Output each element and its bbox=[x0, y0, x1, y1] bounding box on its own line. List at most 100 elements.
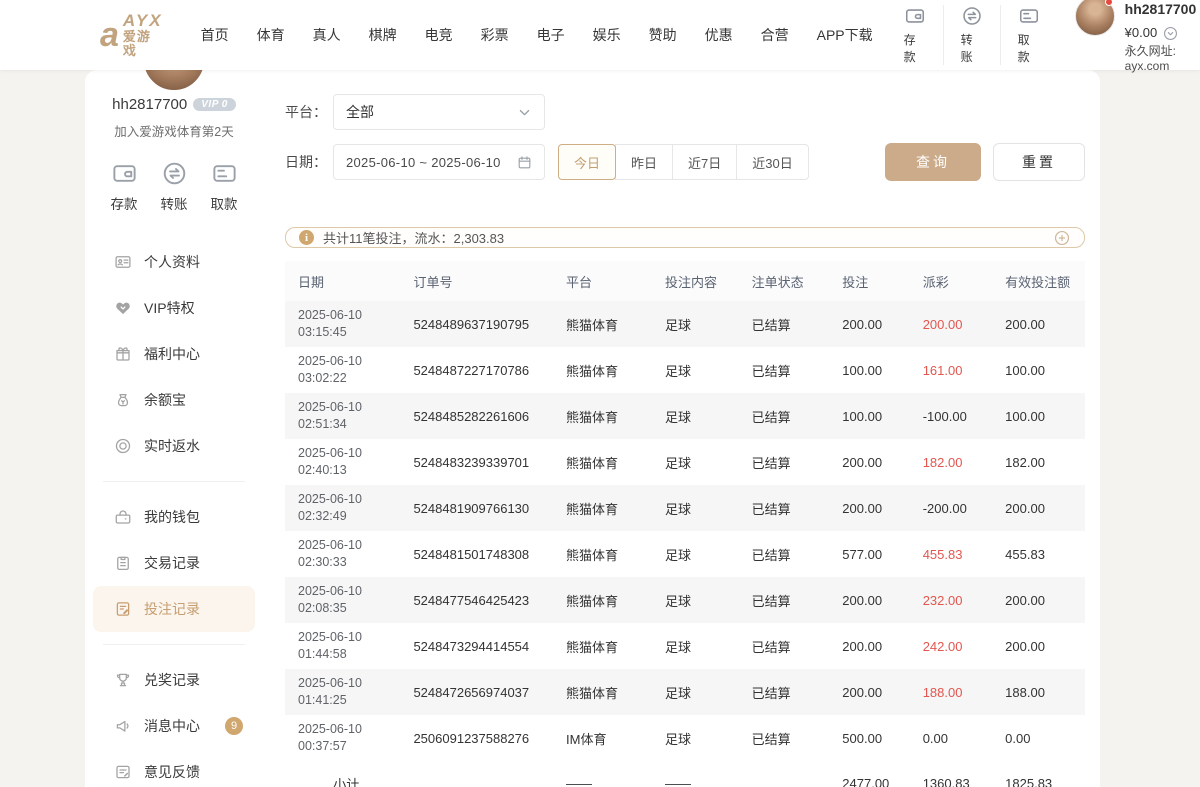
quick-action-label: 取款 bbox=[1018, 31, 1040, 65]
chevron-down-icon bbox=[517, 105, 532, 120]
cell-platform: IM体育 bbox=[553, 715, 652, 761]
cell-content: 足球 bbox=[652, 393, 739, 439]
notification-dot bbox=[1105, 0, 1113, 6]
sidebar-menu-item[interactable]: 余额宝 bbox=[93, 377, 255, 423]
logo-abbr: AYX bbox=[123, 12, 163, 30]
sidebar-menu-label: 消息中心 bbox=[144, 716, 200, 736]
cell-payout: 200.00 bbox=[910, 301, 992, 347]
date-range-button[interactable]: 昨日 bbox=[615, 144, 673, 180]
nav-item[interactable]: 娱乐 bbox=[579, 25, 635, 45]
user-avatar[interactable] bbox=[1075, 0, 1115, 36]
date-range-button[interactable]: 今日 bbox=[558, 144, 616, 180]
cell-status: 已结算 bbox=[739, 577, 830, 623]
cell-date: 2025-06-10 02:32:49 bbox=[285, 485, 400, 531]
cell-status: 已结算 bbox=[739, 531, 830, 577]
cell-payout: 188.00 bbox=[910, 669, 992, 715]
nav-item[interactable]: 真人 bbox=[299, 25, 355, 45]
date-filter-label: 日期： bbox=[285, 152, 333, 172]
cell-bet: 200.00 bbox=[829, 439, 909, 485]
nav-item[interactable]: 合营 bbox=[747, 25, 803, 45]
sidebar-menu-item[interactable]: 交易记录 bbox=[93, 540, 255, 586]
menu-badge: 9 bbox=[225, 717, 243, 735]
platform-filter-label: 平台： bbox=[285, 102, 333, 122]
message-icon bbox=[114, 717, 132, 735]
expand-plus-icon[interactable] bbox=[1053, 229, 1071, 247]
date-range-button[interactable]: 近7日 bbox=[672, 144, 737, 180]
cell-content: 足球 bbox=[652, 439, 739, 485]
cell-status: 已结算 bbox=[739, 393, 830, 439]
cell-payout: 455.83 bbox=[910, 531, 992, 577]
cell-date: 2025-06-10 02:40:13 bbox=[285, 439, 400, 485]
cell-bet: 100.00 bbox=[829, 347, 909, 393]
nav-item[interactable]: 电子 bbox=[523, 25, 579, 45]
sidebar-menu-item[interactable]: VIP特权 bbox=[93, 285, 255, 331]
subtotal-row: 小计 —— —— 2477.00 1360.83 1825.83 bbox=[285, 761, 1085, 787]
sidebar-menu-item[interactable]: 个人资料 bbox=[93, 239, 255, 285]
sidebar-menu-label: VIP特权 bbox=[144, 298, 195, 318]
yuebao-icon bbox=[114, 391, 132, 409]
quick-action[interactable]: 存款 bbox=[887, 5, 943, 65]
quick-action[interactable]: 转账 bbox=[943, 5, 1000, 65]
date-range-input[interactable]: 2025-06-10 ~ 2025-06-10 bbox=[333, 144, 545, 180]
col-bet: 投注 bbox=[829, 261, 909, 301]
cell-order: 5248481909766130 bbox=[400, 485, 553, 531]
cell-valid: 188.00 bbox=[992, 669, 1085, 715]
rebate-icon bbox=[114, 437, 132, 455]
quick-action[interactable]: 取款 bbox=[211, 160, 238, 213]
cell-content: 足球 bbox=[652, 531, 739, 577]
cell-bet: 200.00 bbox=[829, 669, 909, 715]
cell-content: 足球 bbox=[652, 715, 739, 761]
table-row: 2025-06-10 00:37:57 2506091237588276 IM体… bbox=[285, 715, 1085, 761]
cell-status: 已结算 bbox=[739, 669, 830, 715]
nav-item[interactable]: 棋牌 bbox=[355, 25, 411, 45]
nav-item[interactable]: 优惠 bbox=[691, 25, 747, 45]
sidebar-menu-group-3: 兑奖记录 消息中心 9 意见反馈 bbox=[85, 657, 263, 787]
cell-bet: 200.00 bbox=[829, 577, 909, 623]
platform-select[interactable]: 全部 bbox=[333, 94, 545, 130]
cell-date: 2025-06-10 01:41:25 bbox=[285, 669, 400, 715]
nav-item[interactable]: 首页 bbox=[187, 25, 243, 45]
cell-status: 已结算 bbox=[739, 715, 830, 761]
quick-action[interactable]: 取款 bbox=[1000, 5, 1057, 65]
sidebar-menu-item[interactable]: 意见反馈 bbox=[93, 749, 255, 787]
nav-item[interactable]: APP下载 bbox=[803, 25, 887, 45]
logo[interactable]: a AYX 爱游戏 bbox=[100, 12, 163, 57]
cell-order: 5248483239339701 bbox=[400, 439, 553, 485]
sidebar-menu-item[interactable]: 投注记录 bbox=[93, 586, 255, 632]
cell-status: 已结算 bbox=[739, 301, 830, 347]
sidebar-menu-label: 意见反馈 bbox=[144, 762, 200, 782]
quick-action-label: 转账 bbox=[961, 31, 983, 65]
header-quick-actions: 存款 转账 取款 bbox=[887, 5, 1057, 65]
sidebar-menu-item[interactable]: 消息中心 9 bbox=[93, 703, 255, 749]
sidebar-menu-item[interactable]: 福利中心 bbox=[93, 331, 255, 377]
date-range-button[interactable]: 近30日 bbox=[736, 144, 808, 180]
table-row: 2025-06-10 03:15:45 5248489637190795 熊猫体… bbox=[285, 301, 1085, 347]
reset-button[interactable]: 重置 bbox=[993, 143, 1085, 181]
prize-icon bbox=[114, 671, 132, 689]
nav-item[interactable]: 体育 bbox=[243, 25, 299, 45]
subtotal-valid: 1825.83 bbox=[992, 761, 1085, 787]
cell-content: 足球 bbox=[652, 577, 739, 623]
nav-item[interactable]: 赞助 bbox=[635, 25, 691, 45]
cell-platform: 熊猫体育 bbox=[553, 577, 652, 623]
col-payout: 派彩 bbox=[910, 261, 992, 301]
cell-valid: 455.83 bbox=[992, 531, 1085, 577]
quick-action[interactable]: 存款 bbox=[111, 160, 138, 213]
sidebar-menu-item[interactable]: 我的钱包 bbox=[93, 494, 255, 540]
cell-date: 2025-06-10 03:02:22 bbox=[285, 347, 400, 393]
cell-order: 5248485282261606 bbox=[400, 393, 553, 439]
sidebar-menu-item[interactable]: 兑奖记录 bbox=[93, 657, 255, 703]
search-button[interactable]: 查询 bbox=[885, 143, 981, 181]
logo-mark-icon: a bbox=[100, 16, 115, 55]
cell-valid: 200.00 bbox=[992, 485, 1085, 531]
quick-action[interactable]: 转账 bbox=[161, 160, 188, 213]
cell-bet: 500.00 bbox=[829, 715, 909, 761]
quick-action-label: 存款 bbox=[111, 193, 138, 213]
nav-item[interactable]: 电竞 bbox=[411, 25, 467, 45]
bet-records-icon bbox=[114, 600, 132, 618]
cell-bet: 200.00 bbox=[829, 301, 909, 347]
content-area: 平台： 全部 日期： 2025-06-10 ~ 2025-06-10 今日 bbox=[263, 70, 1100, 787]
sidebar-menu-item[interactable]: 实时返水 bbox=[93, 423, 255, 469]
nav-item[interactable]: 彩票 bbox=[467, 25, 523, 45]
balance-dropdown-icon[interactable] bbox=[1163, 26, 1178, 41]
